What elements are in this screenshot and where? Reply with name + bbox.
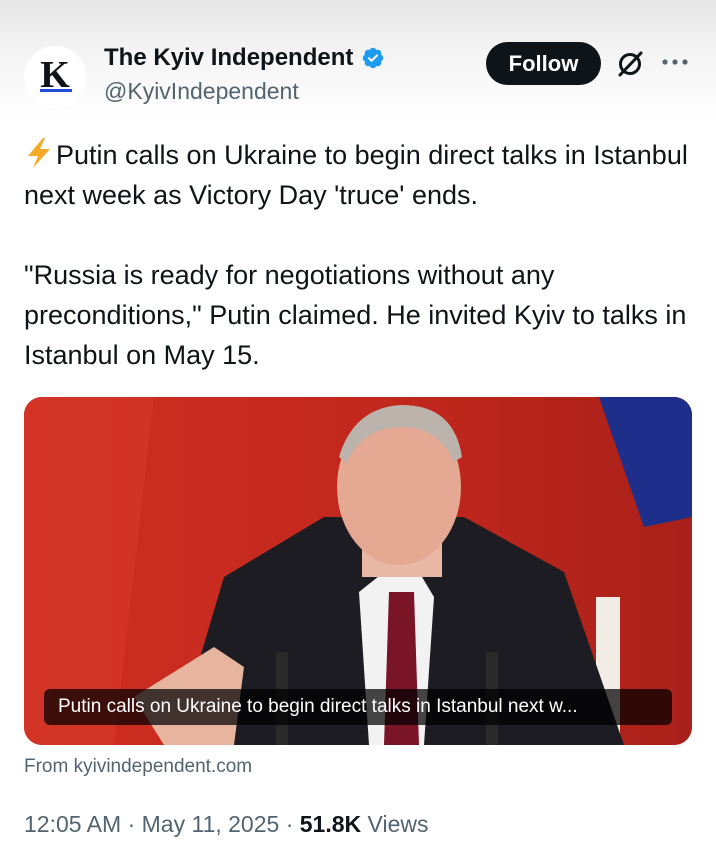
tweet-meta: 12:05 AM · May 11, 2025 · 51.8K Views: [24, 811, 428, 838]
views-label: Views: [367, 811, 429, 837]
more-icon[interactable]: [658, 50, 692, 74]
views-count: 51.8K: [299, 811, 362, 837]
account-handle[interactable]: @KyivIndependent: [104, 78, 299, 105]
lightning-icon: [28, 138, 50, 168]
tweet-paragraph-1: Putin calls on Ukraine to begin direct t…: [24, 135, 692, 215]
card-caption: Putin calls on Ukraine to begin direct t…: [44, 689, 672, 725]
tweet-text: Putin calls on Ukraine to begin direct t…: [24, 135, 692, 375]
avatar-underline: [40, 89, 72, 92]
tweet-time[interactable]: 12:05 AM: [24, 811, 121, 837]
follow-button[interactable]: Follow: [486, 42, 601, 85]
card-source[interactable]: From kyivindependent.com: [24, 756, 252, 778]
avatar[interactable]: K: [24, 46, 86, 108]
tweet-date[interactable]: May 11, 2025: [142, 811, 280, 837]
separator: ·: [285, 811, 300, 837]
tweet-screen: K The Kyiv Independent @KyivIndependent …: [0, 0, 716, 864]
separator: ·: [127, 811, 142, 837]
verified-badge-icon: [363, 47, 384, 69]
tweet-line-1: Putin calls on Ukraine to begin direct t…: [24, 140, 688, 210]
account-name[interactable]: The Kyiv Independent: [104, 44, 353, 72]
tweet-line-2: "Russia is ready for negotiations withou…: [24, 260, 687, 370]
link-card[interactable]: Putin calls on Ukraine to begin direct t…: [24, 397, 692, 745]
grok-icon[interactable]: [614, 48, 646, 80]
account-name-row: The Kyiv Independent: [104, 44, 385, 72]
